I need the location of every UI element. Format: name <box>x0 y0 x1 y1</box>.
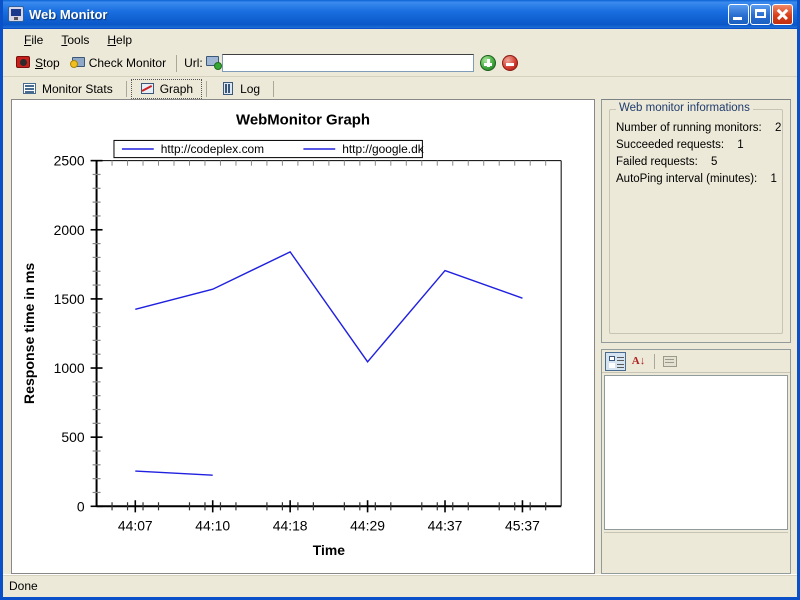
maximize-button[interactable] <box>750 3 771 25</box>
info-label-running-monitors: Number of running monitors: <box>616 122 762 134</box>
close-button[interactable] <box>772 3 793 25</box>
stop-button-label: Stop <box>35 56 60 70</box>
tab-monitor-stats-label: Monitor Stats <box>42 82 113 96</box>
tab-separator-2 <box>206 81 208 97</box>
tab-monitor-stats[interactable]: Monitor Stats <box>13 79 122 99</box>
svg-text:http://codeplex.com: http://codeplex.com <box>161 142 264 156</box>
webmonitor-chart: WebMonitor Graph http://codeplex.com http:… <box>21 111 562 558</box>
svg-text:Time: Time <box>313 542 345 558</box>
info-label-autoping-interval: AutoPing interval (minutes): <box>616 173 758 185</box>
info-value-running-monitors: 2 <box>774 122 782 134</box>
svg-text:http://google.dk: http://google.dk <box>342 142 425 156</box>
application-window: Web Monitor File Tools Help Stop Check M… <box>0 0 800 600</box>
menu-item-tools[interactable]: Tools <box>52 31 98 49</box>
document-icon <box>220 81 236 97</box>
chart-panel: WebMonitor Graph http://codeplex.com http:… <box>11 99 595 574</box>
info-row-succeeded-requests: Succeeded requests: 1 <box>616 137 778 154</box>
info-value-autoping-interval: 1 <box>770 173 777 185</box>
title-bar: Web Monitor <box>3 0 797 29</box>
tab-graph[interactable]: Graph <box>130 79 203 99</box>
url-input[interactable] <box>221 54 474 72</box>
info-groupbox-title: Web monitor informations <box>616 102 753 114</box>
minimize-button[interactable] <box>728 3 749 25</box>
info-value-succeeded-requests: 1 <box>737 139 744 151</box>
menu-help-rest: elp <box>116 32 133 47</box>
tab-graph-label: Graph <box>159 82 194 96</box>
stop-icon <box>16 55 32 71</box>
svg-text:1500: 1500 <box>54 291 85 307</box>
toolbar-separator <box>176 54 178 72</box>
main-toolbar: Stop Check Monitor Url: <box>3 50 797 77</box>
info-panel: Web monitor informations Number of runni… <box>601 99 791 343</box>
svg-text:45:37: 45:37 <box>505 517 540 533</box>
menu-file-rest: ile <box>31 32 44 47</box>
tab-log[interactable]: Log <box>211 79 269 99</box>
categorized-button[interactable] <box>605 351 626 371</box>
svg-text:0: 0 <box>77 498 85 514</box>
svg-text:44:18: 44:18 <box>273 517 308 533</box>
svg-text:Response time in ms: Response time in ms <box>21 263 37 405</box>
stop-button[interactable]: Stop <box>11 53 65 73</box>
svg-text:2500: 2500 <box>54 153 85 169</box>
menu-bar: File Tools Help <box>3 29 797 50</box>
alphabetical-button[interactable]: A↓ <box>628 352 649 371</box>
property-toolbar-separator <box>654 353 655 369</box>
svg-text:WebMonitor Graph: WebMonitor Graph <box>236 111 370 128</box>
content-area: WebMonitor Graph http://codeplex.com http:… <box>3 99 797 574</box>
property-grid[interactable] <box>604 375 788 530</box>
check-monitor-icon <box>69 55 86 71</box>
list-icon <box>22 81 38 97</box>
check-monitor-button[interactable]: Check Monitor <box>65 53 171 73</box>
info-rows: Number of running monitors: 2 Succeeded … <box>616 120 782 188</box>
property-pages-button[interactable] <box>660 352 681 371</box>
info-label-succeeded-requests: Succeeded requests: <box>616 139 725 151</box>
svg-text:1000: 1000 <box>54 360 85 376</box>
info-row-running-monitors: Number of running monitors: 2 <box>616 120 782 137</box>
info-value-failed-requests: 5 <box>711 156 718 168</box>
menu-item-help[interactable]: Help <box>98 31 141 49</box>
info-row-failed-requests: Failed requests: 5 <box>616 154 778 171</box>
svg-text:2000: 2000 <box>54 222 85 238</box>
url-label: Url: <box>184 56 203 70</box>
status-text: Done <box>9 579 38 593</box>
svg-text:44:10: 44:10 <box>195 517 230 533</box>
property-grid-toolbar: A↓ <box>602 350 790 373</box>
property-description-pane <box>604 532 788 571</box>
tab-separator-1 <box>125 81 127 97</box>
add-monitor-button[interactable] <box>479 55 496 71</box>
menu-item-file[interactable]: File <box>15 31 52 49</box>
tab-log-label: Log <box>240 82 261 96</box>
svg-text:44:29: 44:29 <box>350 517 385 533</box>
info-label-failed-requests: Failed requests: <box>616 156 698 168</box>
window-title: Web Monitor <box>29 6 108 22</box>
status-bar: Done <box>3 574 797 597</box>
graph-icon <box>140 81 156 97</box>
svg-text:44:07: 44:07 <box>118 517 153 533</box>
tab-separator-3 <box>273 81 275 97</box>
property-grid-panel: A↓ <box>601 349 791 574</box>
remove-monitor-button[interactable] <box>501 55 518 71</box>
svg-text:500: 500 <box>61 429 84 445</box>
check-monitor-label: Check Monitor <box>88 56 167 70</box>
sort-alphabetical-icon: A↓ <box>631 355 646 367</box>
monitor-icon <box>8 6 24 22</box>
info-row-autoping-interval: AutoPing interval (minutes): 1 <box>616 171 778 188</box>
tab-strip: Monitor Stats Graph Log <box>3 77 797 99</box>
menu-tools-rest: ools <box>67 32 90 47</box>
svg-text:44:37: 44:37 <box>428 517 463 533</box>
url-monitor-add-icon <box>205 55 222 71</box>
right-column: Web monitor informations Number of runni… <box>601 99 791 574</box>
info-groupbox: Web monitor informations Number of runni… <box>609 102 783 334</box>
